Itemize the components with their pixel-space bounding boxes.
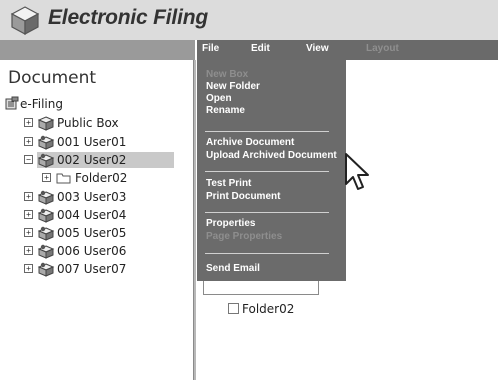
expand-icon[interactable]: + (24, 246, 33, 255)
menubar: File Edit View Layout (0, 40, 498, 60)
mouse-pointer-icon (345, 153, 369, 190)
user-box-icon (37, 244, 55, 259)
tree-item-user02[interactable]: − 002 User02 (24, 152, 174, 168)
tree-item-user06[interactable]: + 006 User06 (24, 243, 174, 259)
menu-layout[interactable]: Layout (366, 43, 399, 54)
menu-file[interactable]: File (202, 43, 219, 54)
user-box-icon (37, 262, 55, 277)
user-box-icon (37, 208, 55, 223)
tree-item-public-box[interactable]: + Public Box (24, 115, 174, 131)
menu-item-new-box[interactable]: New Box (206, 69, 248, 81)
menu-item-print-document[interactable]: Print Document (206, 191, 280, 203)
tree-item-folder02[interactable]: + Folder02 (42, 170, 172, 186)
expand-icon[interactable]: + (42, 173, 51, 182)
menu-item-rename[interactable]: Rename (206, 105, 245, 117)
app-header: Electronic Filing (0, 0, 498, 40)
collapse-icon[interactable]: − (24, 155, 33, 164)
menu-edit[interactable]: Edit (251, 43, 270, 54)
cube-logo-icon (10, 6, 40, 35)
expand-icon[interactable]: + (24, 137, 33, 146)
expand-icon[interactable]: + (24, 210, 33, 219)
menu-item-new-folder[interactable]: New Folder (206, 81, 260, 93)
menu-item-page-properties[interactable]: Page Properties (206, 231, 282, 243)
user-box-icon (37, 135, 55, 150)
menu-separator (205, 253, 329, 254)
tree-item-user07[interactable]: + 007 User07 (24, 261, 174, 277)
app-title: Electronic Filing (48, 6, 208, 29)
folder-label: Folder02 (242, 302, 295, 316)
menu-item-properties[interactable]: Properties (206, 218, 255, 230)
tree-item-user05[interactable]: + 005 User05 (24, 225, 174, 241)
user-box-icon (37, 226, 55, 241)
menu-view[interactable]: View (306, 43, 329, 54)
tree-item-user04[interactable]: + 004 User04 (24, 207, 174, 223)
menu-item-upload-archived-document[interactable]: Upload Archived Document (206, 150, 337, 162)
folder-checkbox[interactable] (228, 303, 239, 314)
public-box-icon (37, 116, 55, 131)
tree-item-user01[interactable]: + 001 User01 (24, 134, 174, 150)
user-box-icon (37, 153, 55, 168)
menu-separator (205, 171, 329, 172)
expand-icon[interactable]: + (24, 192, 33, 201)
expand-icon[interactable]: + (24, 118, 33, 127)
expand-icon[interactable]: + (24, 228, 33, 237)
navigation-panel: Document e-Filing + Public Box + 001 Use… (0, 60, 195, 380)
user-box-icon (37, 190, 55, 205)
menu-item-test-print[interactable]: Test Print (206, 178, 251, 190)
panel-title: Document (8, 68, 97, 88)
menu-item-archive-document[interactable]: Archive Document (206, 137, 294, 149)
menu-item-open[interactable]: Open (206, 93, 232, 105)
menu-item-send-email[interactable]: Send Email (206, 263, 260, 275)
menu-separator (205, 131, 329, 132)
tree-item-user03[interactable]: + 003 User03 (24, 189, 174, 205)
expand-icon[interactable]: + (24, 264, 33, 273)
text-field[interactable] (203, 281, 319, 295)
tree-item-efiling[interactable]: e-Filing (4, 96, 174, 112)
folder-icon (56, 173, 71, 184)
menu-separator (205, 212, 329, 213)
file-menu-dropdown: New Box New Folder Open Rename Archive D… (197, 60, 346, 281)
